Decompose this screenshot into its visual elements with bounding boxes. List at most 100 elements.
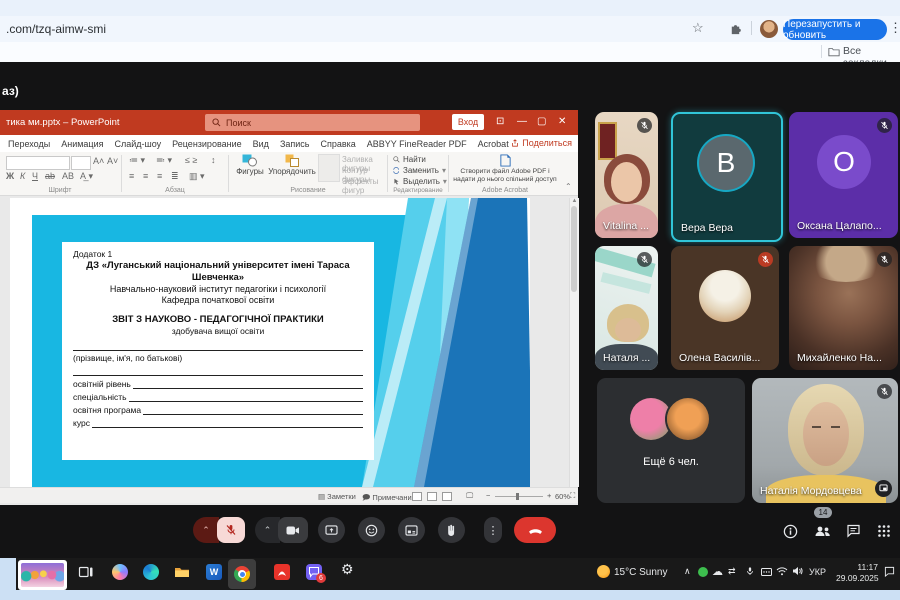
more-options-button[interactable]: ⋮: [484, 517, 502, 543]
task-view-icon[interactable]: [78, 564, 94, 580]
chat-panel-icon[interactable]: [846, 524, 861, 543]
notes-button[interactable]: ▤ Заметки: [318, 492, 356, 501]
bookmark-star-icon[interactable]: ☆: [692, 20, 704, 36]
picture-in-picture-icon[interactable]: [875, 480, 892, 497]
numbering-button[interactable]: ≕ ▾: [156, 155, 172, 166]
reading-view-button[interactable]: [442, 492, 452, 501]
zoom-slider-thumb[interactable]: [516, 493, 519, 500]
tab-slideshow[interactable]: Слайд-шоу: [114, 139, 161, 149]
sorter-view-button[interactable]: [427, 492, 437, 501]
participant-tile-oksana[interactable]: O Оксана Цалапо...: [789, 112, 898, 238]
participant-tile-mykhailenko[interactable]: Михайленко На...: [789, 246, 898, 370]
font-size-box[interactable]: [71, 156, 91, 170]
tray-expand-chevron[interactable]: ∧: [684, 566, 691, 577]
participants-panel-icon[interactable]: [814, 524, 831, 543]
mic-muted-button[interactable]: [217, 517, 245, 543]
camera-options-chevron[interactable]: ⌃: [255, 517, 280, 543]
weather-widget[interactable]: 15°C Sunny: [614, 567, 667, 578]
tab-acrobat[interactable]: Acrobat: [478, 139, 509, 149]
weather-sun-icon[interactable]: [597, 565, 610, 578]
zoom-out-button[interactable]: −: [486, 491, 490, 500]
tab-transitions[interactable]: Переходы: [8, 139, 50, 149]
zoom-level[interactable]: 60%: [555, 492, 570, 501]
ppt-share-button[interactable]: Поделиться: [511, 138, 572, 148]
activities-apps-icon[interactable]: [877, 524, 891, 543]
edge-icon[interactable]: [143, 564, 159, 580]
select-button[interactable]: Выделить▾: [393, 177, 447, 186]
collapse-ribbon-icon[interactable]: ⌃: [565, 182, 572, 191]
viber-icon[interactable]: 6: [306, 564, 322, 580]
normal-view-button[interactable]: [412, 492, 422, 501]
tab-abbyy[interactable]: ABBYY FineReader PDF: [367, 139, 467, 149]
font-name-box[interactable]: [6, 156, 70, 170]
device-tray-icon[interactable]: [761, 568, 772, 576]
scrollbar-thumb[interactable]: [571, 206, 577, 292]
fit-to-window-icon[interactable]: ⛶: [570, 491, 575, 501]
char-spacing-button[interactable]: АВ: [62, 171, 74, 181]
mic-options-chevron[interactable]: ⌃: [193, 517, 219, 543]
profile-avatar[interactable]: [760, 20, 778, 38]
find-button[interactable]: Найти: [393, 155, 426, 164]
microphone-tray-icon[interactable]: [745, 566, 755, 577]
participant-tile-mordovtseva[interactable]: Наталія Мордовцева: [752, 378, 898, 503]
wifi-tray-icon[interactable]: [776, 566, 788, 576]
start-button[interactable]: [18, 560, 67, 590]
present-screen-button[interactable]: [318, 517, 345, 543]
bullets-button[interactable]: ≔ ▾: [129, 155, 145, 166]
replace-button[interactable]: Заменить▾: [393, 166, 446, 175]
bold-button[interactable]: Ж: [6, 171, 14, 181]
volume-tray-icon[interactable]: [792, 566, 803, 576]
clock-widget[interactable]: 11:17 29.09.2025: [836, 562, 878, 583]
italic-button[interactable]: К: [20, 171, 25, 181]
sync-tray-icon[interactable]: ⇄: [728, 566, 736, 577]
ribbon-display-options-icon[interactable]: ⊡: [496, 116, 504, 127]
shrink-font-button[interactable]: A˅: [107, 156, 118, 166]
participant-tile-vitalina[interactable]: Vitalina ...: [595, 112, 658, 238]
line-spacing-button[interactable]: ↕: [211, 155, 216, 165]
chrome-active-tile[interactable]: [228, 559, 256, 589]
vertical-scrollbar[interactable]: ▲: [569, 198, 579, 487]
antivirus-tray-icon[interactable]: [698, 567, 708, 577]
align-right-button[interactable]: ≡: [157, 171, 162, 181]
acrobat-icon[interactable]: [274, 564, 290, 580]
participant-tile-natalya[interactable]: Наталя ...: [595, 246, 658, 370]
align-center-button[interactable]: ≡: [143, 171, 148, 181]
tab-review[interactable]: Рецензирование: [172, 139, 242, 149]
copilot-icon[interactable]: [112, 564, 128, 580]
reactions-emoji-button[interactable]: [358, 517, 385, 543]
onedrive-cloud-icon[interactable]: ☁: [712, 565, 723, 578]
address-bar[interactable]: .com/tzq-aimw-smi: [6, 22, 106, 36]
create-pdf-button[interactable]: Створити файл Adobe PDF і надати до ньог…: [452, 168, 558, 185]
close-button[interactable]: ✕: [558, 116, 566, 127]
grow-font-button[interactable]: A˄: [93, 156, 104, 166]
tab-animations[interactable]: Анимация: [61, 139, 103, 149]
settings-gear-icon[interactable]: ⚙: [341, 561, 354, 578]
more-participants-tile[interactable]: Ещё 6 чел.: [597, 378, 745, 503]
extensions-puzzle-icon[interactable]: [729, 22, 742, 35]
file-explorer-icon[interactable]: [174, 564, 190, 580]
camera-button[interactable]: [278, 517, 308, 543]
participant-tile-olena[interactable]: Олена Василів...: [671, 246, 779, 370]
notification-center-icon[interactable]: [884, 566, 895, 577]
zoom-in-button[interactable]: +: [547, 491, 551, 500]
ppt-signin-button[interactable]: Вход: [452, 114, 484, 130]
participant-tile-vera[interactable]: B Вера Вера: [671, 112, 783, 242]
shapes-button[interactable]: Фигуры: [233, 154, 267, 176]
end-call-button[interactable]: [514, 517, 556, 543]
browser-update-button[interactable]: Перезапустить и обновить: [783, 19, 887, 40]
maximize-button[interactable]: ▢: [537, 116, 546, 127]
justify-button[interactable]: ≣: [171, 171, 179, 182]
tab-record[interactable]: Запись: [280, 139, 310, 149]
meeting-info-icon[interactable]: [783, 524, 798, 544]
columns-button[interactable]: ▥ ▾: [189, 171, 205, 182]
slideshow-view-button[interactable]: 🖵: [466, 491, 473, 501]
scroll-up-icon[interactable]: ▲: [570, 198, 579, 204]
ppt-search-box[interactable]: Поиск: [205, 114, 420, 131]
underline-button[interactable]: Ч: [32, 171, 38, 181]
arrange-button[interactable]: Упорядочить: [268, 154, 316, 176]
align-left-button[interactable]: ≡: [129, 171, 134, 181]
word-icon[interactable]: W: [206, 564, 222, 580]
zoom-slider[interactable]: [495, 496, 543, 497]
raise-hand-button[interactable]: [438, 517, 465, 543]
text-color-button[interactable]: А̲ ▾: [80, 171, 93, 182]
